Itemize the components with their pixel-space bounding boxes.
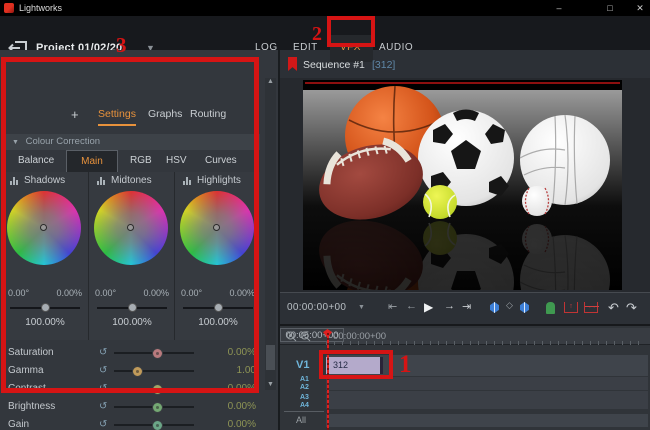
sequence-title: Sequence #1 <box>303 59 365 71</box>
timecode-dropdown-icon[interactable]: ▼ <box>358 304 365 311</box>
tab-audio[interactable]: AUDIO <box>379 42 413 53</box>
settings-scrollbar[interactable]: ▲ ▼ <box>265 78 276 390</box>
annotation-number-2: 2 <box>312 23 322 45</box>
slider-value[interactable]: 0.00% <box>208 401 256 412</box>
track-label-a3[interactable]: A3 <box>300 394 309 401</box>
viewer-image <box>303 85 622 290</box>
gain-slider[interactable] <box>114 419 194 430</box>
scroll-up-icon[interactable]: ▲ <box>265 78 276 85</box>
menu-bar: Project 01/02/20 ▼ LOG EDIT VFX AUDIO <box>0 16 650 62</box>
insert-edit-icon[interactable]: ↑ <box>564 302 578 313</box>
go-to-start-button[interactable]: ⇤ <box>388 300 397 313</box>
annotation-number-1: 1 <box>399 351 412 378</box>
viewer-timecode[interactable]: 00:00:00+00 <box>287 302 346 313</box>
audio-track-a3-a4[interactable] <box>326 391 648 409</box>
reset-icon[interactable]: ↺ <box>99 419 110 430</box>
redo-icon[interactable]: ↷ <box>626 300 637 316</box>
track-label-a2[interactable]: A2 <box>300 384 309 391</box>
all-track[interactable] <box>326 414 648 427</box>
window-title: Lightworks <box>19 3 63 13</box>
annotation-box-2 <box>327 16 375 47</box>
ruler-ticks <box>326 341 646 345</box>
replace-edit-icon[interactable]: →← <box>584 302 599 313</box>
playhead-line[interactable] <box>327 330 329 430</box>
slider-label: Brightness <box>8 401 56 412</box>
track-label-a4[interactable]: A4 <box>300 402 309 409</box>
slider-handle[interactable] <box>152 419 164 430</box>
close-button[interactable]: ✕ <box>632 1 648 15</box>
track-label-divider <box>284 411 324 412</box>
annotation-number-3: 3 <box>116 33 127 57</box>
undo-icon[interactable]: ↶ <box>608 300 619 316</box>
reset-icon[interactable]: ↺ <box>99 401 110 412</box>
sequence-flag-icon[interactable] <box>288 57 297 71</box>
slider-label: Gain <box>8 419 30 430</box>
minimize-button[interactable]: – <box>551 1 567 15</box>
step-back-button[interactable]: ← <box>406 300 417 312</box>
scrollbar-thumb[interactable] <box>266 345 275 370</box>
timeline-zoom-in-icon[interactable] <box>286 331 297 342</box>
app-window: Lightworks – □ ✕ Project 01/02/20 ▼ LOG … <box>0 0 650 430</box>
annotation-box-1 <box>319 350 393 379</box>
brightness-slider[interactable] <box>114 401 194 413</box>
lock-icon[interactable] <box>546 302 555 314</box>
scroll-down-icon[interactable]: ▼ <box>265 381 276 388</box>
annotation-box-3 <box>1 57 259 393</box>
sequence-reference[interactable]: [312] <box>372 59 395 71</box>
title-bar: Lightworks – □ ✕ <box>0 0 650 16</box>
track-label-all[interactable]: All <box>296 415 306 425</box>
track-label-a1[interactable]: A1 <box>300 376 309 383</box>
timeline-zoom-out-icon[interactable] <box>300 331 311 342</box>
go-to-end-button[interactable]: ⇥ <box>462 300 471 313</box>
slider-value[interactable]: 0.00% <box>208 419 256 430</box>
timeline-ruler[interactable]: 00:00:00+00 00:05:00+00 <box>280 328 650 345</box>
mark-diamond-icon[interactable]: ◇ <box>506 300 513 311</box>
step-forward-button[interactable]: → <box>444 300 455 312</box>
frame-top-line <box>305 82 620 84</box>
maximize-button[interactable]: □ <box>602 1 618 15</box>
viewer-frame <box>303 80 622 290</box>
play-button[interactable]: ▶ <box>424 300 433 314</box>
lightworks-logo-icon <box>4 3 14 13</box>
track-label-v1[interactable]: V1 <box>296 359 309 371</box>
slider-handle[interactable] <box>152 401 164 413</box>
